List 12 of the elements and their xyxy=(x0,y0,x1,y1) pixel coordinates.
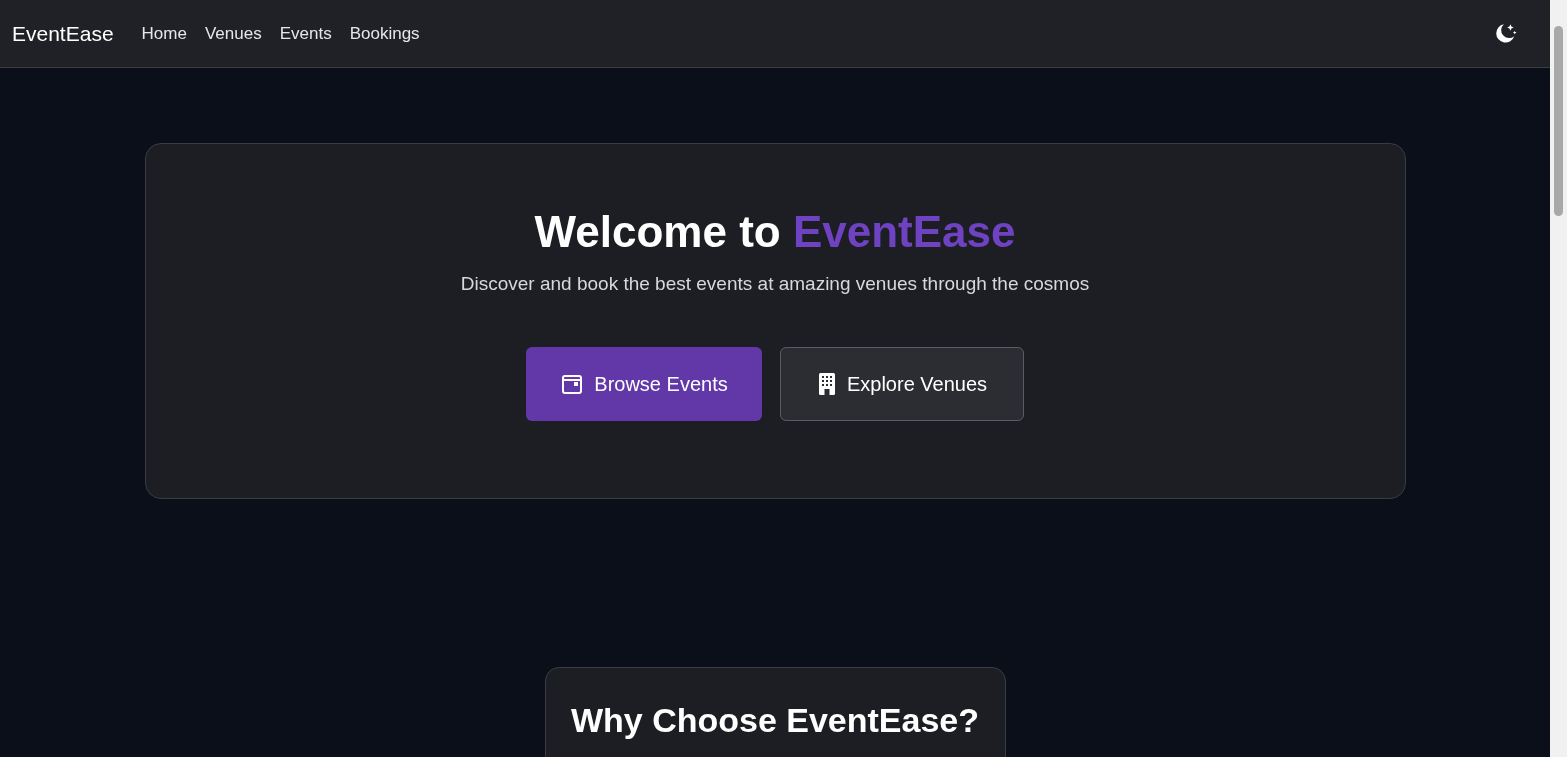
features-title: Why Choose EventEase? xyxy=(570,700,980,741)
building-icon xyxy=(816,371,837,396)
nav-link[interactable]: Home xyxy=(141,20,187,47)
nav-link[interactable]: Events xyxy=(279,20,332,47)
scrollbar[interactable] xyxy=(1550,0,1567,757)
browse-button[interactable]: Browse Events xyxy=(526,346,762,421)
brand-link[interactable]: EventEase xyxy=(12,17,114,50)
explore-button[interactable]: Explore Venues xyxy=(780,346,1024,421)
hero-subtitle: Discover and book the best events at amazing venues through the cosmos xyxy=(460,272,1090,296)
nav-link[interactable]: Bookings xyxy=(349,20,420,47)
hero-title: Welcome to EventEase xyxy=(534,206,1016,258)
nav-link[interactable]: Venues xyxy=(204,20,262,47)
